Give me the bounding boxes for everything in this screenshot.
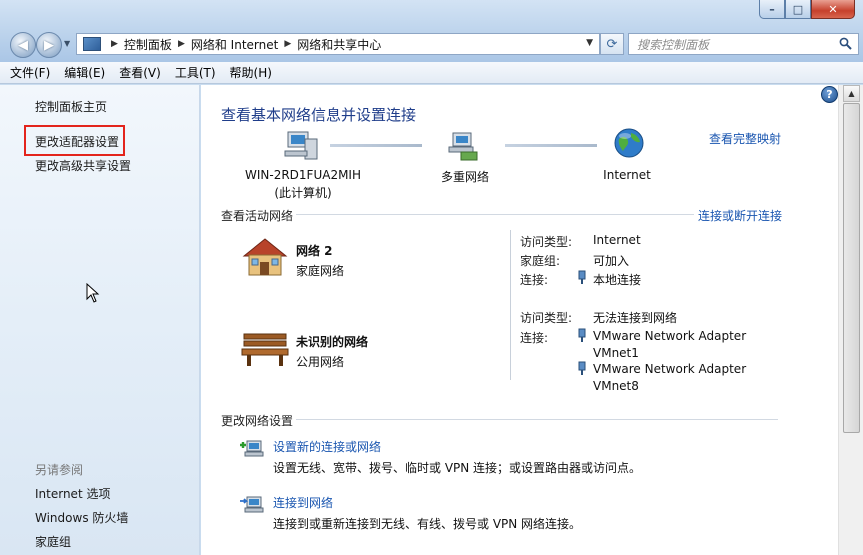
network-2-type: 公用网络 — [296, 355, 345, 369]
link-view-full-map[interactable]: 查看完整映射 — [709, 130, 781, 147]
access-type-value: 无法连接到网络 — [593, 311, 678, 325]
connect-network-icon — [240, 496, 264, 513]
computer-icon — [284, 131, 318, 160]
vmnet8-link[interactable]: VMware Network Adapter — [593, 362, 746, 376]
home-network-icon — [242, 238, 288, 276]
ethernet-icon — [578, 270, 586, 284]
map-link-line — [330, 144, 422, 147]
internet-globe-icon — [614, 128, 644, 158]
menu-view[interactable]: 查看(V) — [119, 64, 161, 81]
address-dropdown-icon[interactable]: ▼ — [586, 38, 593, 48]
control-panel-icon — [83, 37, 101, 51]
chevron-right-icon[interactable]: ▶ — [111, 39, 118, 49]
network-2-name: 未识别的网络 — [296, 335, 369, 349]
task-connect-network-desc: 连接到或重新连接到无线、有线、拨号或 VPN 网络连接。 — [273, 517, 582, 531]
task-connect-network-link[interactable]: 连接到网络 — [273, 494, 333, 511]
link-change-advanced-sharing[interactable]: 更改高级共享设置 — [35, 157, 131, 174]
access-type-label: 访问类型: — [520, 235, 573, 249]
link-windows-firewall[interactable]: Windows 防火墙 — [35, 509, 128, 526]
ethernet-icon — [578, 361, 586, 375]
search-placeholder: 搜索控制面板 — [637, 37, 710, 52]
network-1-type[interactable]: 家庭网络 — [296, 262, 344, 279]
chevron-right-icon[interactable]: ▶ — [178, 39, 185, 49]
breadcrumb-network-internet[interactable]: 网络和 Internet — [191, 36, 278, 53]
change-settings-heading: 更改网络设置 — [221, 414, 294, 428]
new-connection-icon — [240, 440, 264, 457]
link-homegroup[interactable]: 家庭组 — [35, 533, 71, 550]
section-divider — [296, 214, 694, 215]
link-internet-options[interactable]: Internet 选项 — [35, 485, 110, 502]
homegroup-link[interactable]: 可加入 — [593, 252, 629, 269]
active-networks-heading: 查看活动网络 — [221, 209, 294, 223]
page-title: 查看基本网络信息并设置连接 — [221, 106, 417, 124]
task-setup-connection-desc: 设置无线、宽带、拨号、临时或 VPN 连接；或设置路由器或访问点。 — [273, 461, 642, 475]
computer-sublabel: (此计算机) — [274, 186, 332, 200]
public-network-bench-icon — [241, 333, 289, 366]
vmnet8-link-name[interactable]: VMnet8 — [593, 379, 639, 393]
menu-file[interactable]: 文件(F) — [10, 64, 50, 81]
search-input[interactable]: 搜索控制面板 — [628, 33, 859, 55]
address-bar[interactable]: ▶ 控制面板 ▶ 网络和 Internet ▶ 网络和共享中心 ▼ — [76, 33, 600, 55]
refresh-button[interactable]: ⟳ — [600, 33, 624, 55]
see-also-heading: 另请参阅 — [35, 463, 84, 477]
search-icon[interactable] — [839, 37, 852, 50]
navigation-row: ◀ ▶ ▼ ▶ 控制面板 ▶ 网络和 Internet ▶ 网络和共享中心 ▼ … — [8, 30, 863, 58]
close-button[interactable]: ✕ — [811, 0, 855, 19]
menu-tools[interactable]: 工具(T) — [175, 64, 216, 81]
local-connection-link[interactable]: 本地连接 — [593, 271, 641, 288]
multiple-networks-label[interactable]: 多重网络 — [425, 168, 505, 185]
menu-help[interactable]: 帮助(H) — [230, 64, 272, 81]
vertical-scrollbar[interactable]: ▲ — [838, 85, 863, 555]
connection-label: 连接: — [520, 331, 549, 345]
vertical-divider — [510, 230, 511, 380]
minimize-button[interactable]: – — [759, 0, 785, 19]
recent-pages-dropdown-icon[interactable]: ▼ — [64, 39, 70, 48]
access-type-label: 访问类型: — [520, 311, 573, 325]
connection-label: 连接: — [520, 273, 549, 287]
ethernet-icon — [578, 328, 586, 342]
internet-label[interactable]: Internet — [597, 168, 657, 182]
link-control-panel-home[interactable]: 控制面板主页 — [35, 98, 107, 115]
multiple-networks-icon — [448, 132, 478, 161]
window-chrome: – □ ✕ ◀ ▶ ▼ ▶ 控制面板 ▶ 网络和 Internet ▶ 网络和共… — [0, 0, 863, 62]
map-link-line — [505, 144, 597, 147]
computer-name: WIN-2RD1FUA2MIH — [244, 168, 361, 182]
breadcrumb-control-panel[interactable]: 控制面板 — [124, 36, 172, 53]
scroll-up-arrow-icon[interactable]: ▲ — [843, 85, 860, 102]
help-icon[interactable]: ? — [821, 86, 838, 103]
maximize-button[interactable]: □ — [785, 0, 811, 19]
menu-bar: 文件(F) 编辑(E) 查看(V) 工具(T) 帮助(H) — [0, 62, 863, 84]
homegroup-label: 家庭组: — [520, 254, 561, 268]
breadcrumb-network-sharing[interactable]: 网络和共享中心 — [297, 36, 381, 53]
menu-edit[interactable]: 编辑(E) — [64, 64, 105, 81]
link-connect-disconnect[interactable]: 连接或断开连接 — [698, 207, 782, 224]
network-1-name: 网络 2 — [296, 244, 333, 258]
forward-button[interactable]: ▶ — [36, 32, 62, 58]
back-button[interactable]: ◀ — [10, 32, 36, 58]
window-controls: – □ ✕ — [759, 0, 855, 20]
vmnet1-link-name[interactable]: VMnet1 — [593, 346, 639, 360]
access-type-value: Internet — [593, 233, 641, 247]
left-pane: 控制面板主页 更改适配器设置 更改高级共享设置 另请参阅 Internet 选项… — [0, 85, 200, 555]
vmnet1-link[interactable]: VMware Network Adapter — [593, 329, 746, 343]
section-divider — [296, 419, 778, 420]
mouse-cursor-icon — [86, 283, 100, 303]
highlight-box — [24, 125, 125, 156]
chevron-right-icon[interactable]: ▶ — [284, 39, 291, 49]
task-setup-connection-link[interactable]: 设置新的连接或网络 — [273, 438, 381, 455]
scrollbar-thumb[interactable] — [843, 103, 860, 433]
